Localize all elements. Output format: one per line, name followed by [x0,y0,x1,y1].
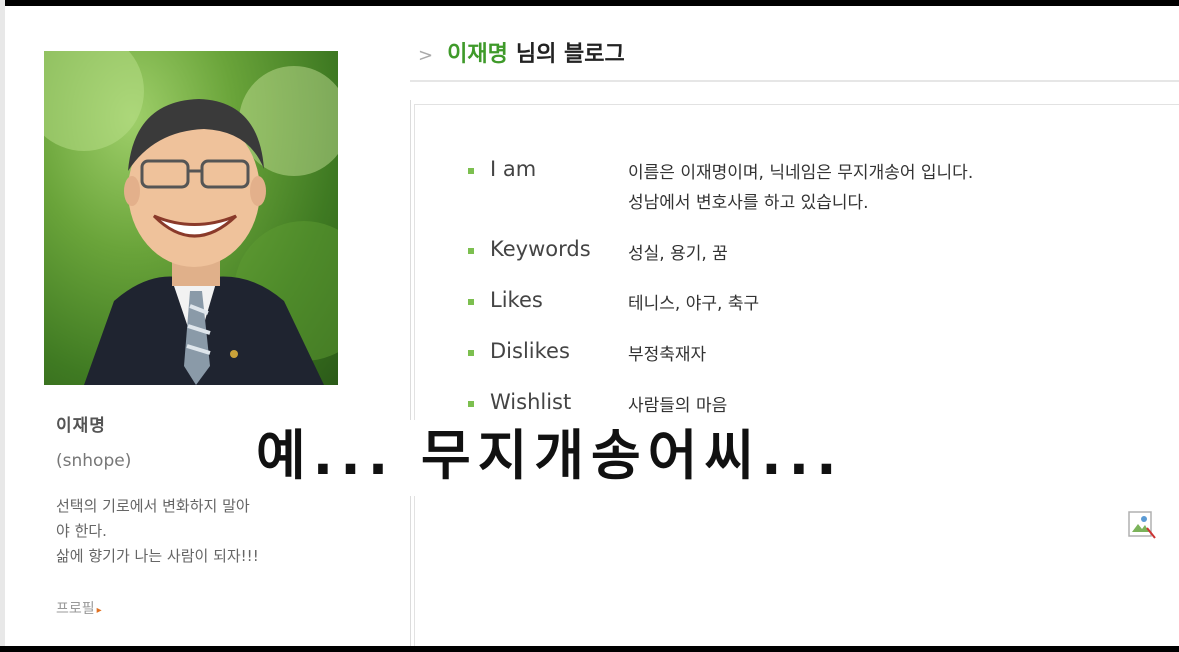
profile-motto: 선택의 기로에서 변화하지 말아 야 한다. 삶에 향기가 나는 사람이 되자!… [56,494,326,569]
info-value-line: 성남에서 변호사를 하고 있습니다. [628,193,869,213]
bottom-frame-bar [0,646,1179,652]
info-label-dislikes: Dislikes [490,339,570,363]
profile-name: 이재명 [56,416,106,436]
info-value-keywords: 성실, 용기, 꿈 [628,244,728,264]
profile-motto-line: 선택의 기로에서 변화하지 말아 [56,497,250,515]
info-value-line: 이름은 이재명이며, 닉네임은 무지개송어 입니다. [628,163,974,183]
column-divider [410,100,411,646]
info-value-wishlist: 사람들의 마음 [628,396,728,416]
profile-photo [44,51,338,385]
info-value-i-am: 이름은 이재명이며, 닉네임은 무지개송어 입니다. 성남에서 변호사를 하고 … [628,158,973,218]
info-value-likes: 테니스, 야구, 축구 [628,294,760,314]
bullet-icon [468,299,474,305]
profile-id: (snhope) [56,451,132,471]
header-divider [410,80,1179,82]
left-frame-edge [0,0,5,652]
chevron-right-icon: > [418,45,434,66]
info-label-wishlist: Wishlist [490,390,572,414]
arrow-right-icon: ▸ [96,605,102,616]
bullet-icon [468,248,474,254]
info-label-keywords: Keywords [490,237,591,261]
blog-title-suffix: 님의 블로그 [515,42,625,67]
top-frame-bar [0,0,1179,6]
profile-link-label: 프로필 [56,601,95,617]
bullet-icon [468,350,474,356]
blog-owner-name[interactable]: 이재명 [447,42,508,67]
profile-link[interactable]: 프로필 ▸ [56,598,102,618]
profile-motto-line: 삶에 향기가 나는 사람이 되자!!! [56,547,259,565]
info-label-likes: Likes [490,288,543,312]
info-label-i-am: I am [490,157,537,181]
bullet-icon [468,401,474,407]
overlay-caption: 예... 무지개송어씨... [256,424,844,487]
profile-motto-line: 야 한다. [56,522,107,540]
blog-title: > 이재명 님의 블로그 [418,36,625,68]
broken-image-icon [1127,510,1157,540]
info-value-dislikes: 부정축재자 [628,345,707,365]
bullet-icon [468,168,474,174]
